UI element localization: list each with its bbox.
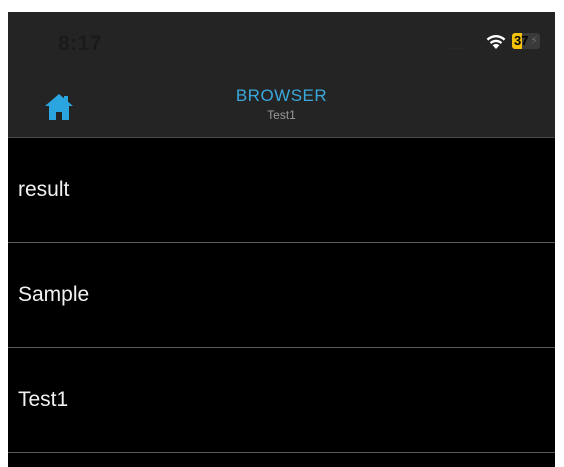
- list-item-label: Test1: [18, 388, 69, 411]
- page-title: BROWSER: [235, 86, 328, 105]
- app-screen: 8:17 .... 37 ⚡ BROWSER Test1 result Samp…: [8, 12, 555, 467]
- charging-bolt-icon: ⚡: [530, 35, 538, 47]
- list-item[interactable]: Sample: [8, 243, 555, 348]
- status-bar: 8:17 .... 37 ⚡: [8, 12, 555, 72]
- folder-list: result Sample Test1: [8, 138, 555, 453]
- list-item-label: result: [18, 178, 70, 201]
- list-item[interactable]: result: [8, 138, 555, 243]
- battery-level: 37: [514, 33, 529, 48]
- wifi-icon: [484, 32, 508, 50]
- cellular-signal-icon: ....: [450, 42, 463, 51]
- status-time: 8:17: [58, 32, 103, 55]
- list-item-label: Sample: [18, 283, 90, 306]
- battery-icon: 37 ⚡: [512, 33, 540, 49]
- navigation-bar: BROWSER Test1: [8, 72, 555, 138]
- page-subtitle: Test1: [267, 108, 296, 122]
- list-item[interactable]: Test1: [8, 348, 555, 453]
